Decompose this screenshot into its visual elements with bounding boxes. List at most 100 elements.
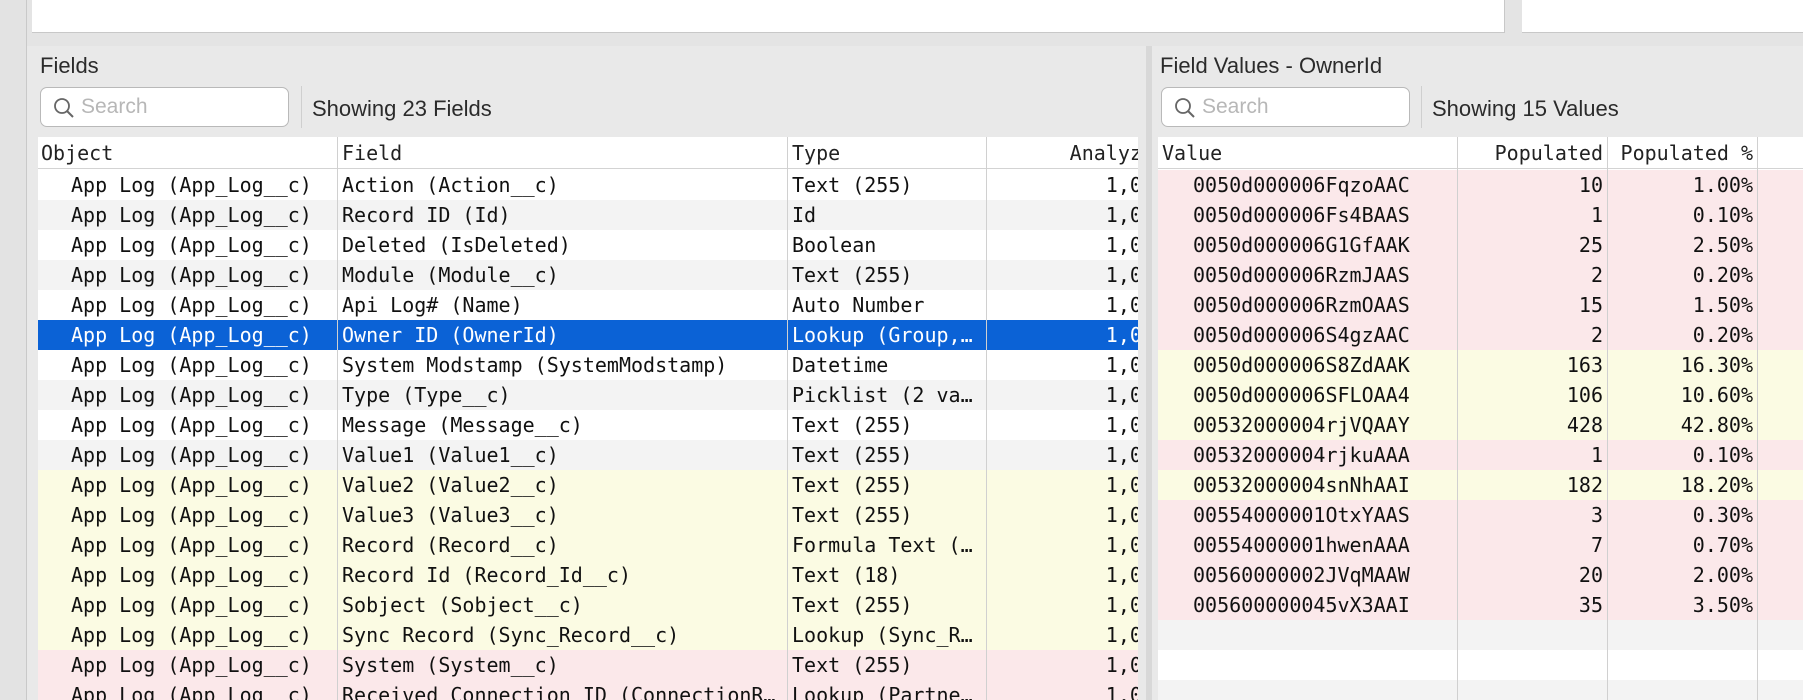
table-row[interactable]: App Log (App_Log__c) Value1 (Value1__c) Te… <box>38 440 1138 470</box>
table-row[interactable]: 0050d000006S8ZdAAK 163 16.30% <box>1158 350 1803 380</box>
column-header-object[interactable]: Object <box>41 137 113 169</box>
table-row[interactable]: App Log (App_Log__c) Record ID (Id) Id 1,00… <box>38 200 1138 230</box>
cell-object: App Log (App_Log__c) <box>71 533 312 557</box>
table-row[interactable]: App Log (App_Log__c) Action (Action__c) Te… <box>38 170 1138 200</box>
cell-type: Datetime <box>792 353 889 377</box>
table-row[interactable]: App Log (App_Log__c) Api Log# (Name) Auto … <box>38 290 1138 320</box>
empty-row <box>1158 620 1803 650</box>
cell-populated-percent: 0.20% <box>1692 323 1753 347</box>
values-panel-title: Field Values - OwnerId <box>1160 53 1383 78</box>
top-table-cell <box>1522 0 1725 33</box>
cell-object: App Log (App_Log__c) <box>71 263 312 287</box>
column-header-analyzed[interactable]: Analyzed <box>986 137 1138 169</box>
table-row[interactable]: App Log (App_Log__c) Record (Record__c) Fo… <box>38 530 1138 560</box>
cell-field: System (System__c) <box>342 653 559 677</box>
values-search-input[interactable] <box>1202 93 1401 121</box>
cell-type: Text (255) <box>792 653 913 677</box>
cell-object: App Log (App_Log__c) <box>71 593 312 617</box>
table-row[interactable]: 00554000001OtxYAAS 3 0.30% <box>1158 500 1803 530</box>
fields-table[interactable]: Object Field Type Analyzed App Log (App_… <box>38 137 1138 700</box>
cell-field: Type (Type__c) <box>342 383 511 407</box>
cell-populated: 7 <box>1590 533 1603 557</box>
cell-field: Message (Message__c) <box>342 413 583 437</box>
pane-splitter[interactable] <box>1146 46 1152 700</box>
table-row[interactable]: App Log (App_Log__c) Value2 (Value2__c) Te… <box>38 470 1138 500</box>
cell-populated-percent: 0.10% <box>1692 203 1753 227</box>
left-gutter <box>0 0 27 700</box>
column-header-populated[interactable]: Populated <box>1458 137 1608 169</box>
cell-analyzed: 1,000 <box>1105 653 1138 677</box>
cell-field: Value3 (Value3__c) <box>342 503 559 527</box>
toolbar-separator <box>301 86 302 128</box>
table-row[interactable]: App Log (App_Log__c) Type (Type__c) Pickli… <box>38 380 1138 410</box>
table-row[interactable]: 00554000001hwenAAA 7 0.70% <box>1158 530 1803 560</box>
table-row[interactable]: App Log (App_Log__c) System (System__c) Te… <box>38 650 1138 680</box>
cell-value: 0050d000006G1GfAAK <box>1193 233 1410 257</box>
fields-search-box[interactable] <box>40 87 289 127</box>
cell-populated-percent: 0.70% <box>1692 533 1753 557</box>
cell-type: Text (255) <box>792 413 913 437</box>
fields-search-input[interactable] <box>81 93 280 121</box>
column-divider <box>1457 137 1458 700</box>
cell-analyzed: 1,000 <box>1105 533 1138 557</box>
table-row[interactable]: 005600000045vX3AAI 35 3.50% <box>1158 590 1803 620</box>
table-row[interactable]: 0050d000006Fs4BAAS 1 0.10% <box>1158 200 1803 230</box>
cell-analyzed: 1,000 <box>1105 473 1138 497</box>
table-row[interactable]: App Log (App_Log__c) Module (Module__c) Te… <box>38 260 1138 290</box>
column-header-field[interactable]: Field <box>342 137 402 169</box>
cell-populated-percent: 3.50% <box>1692 593 1753 617</box>
cell-populated-percent: 0.10% <box>1692 443 1753 467</box>
column-header-value[interactable]: Value <box>1162 137 1222 169</box>
cell-populated: 35 <box>1578 593 1603 617</box>
table-row[interactable]: 0050d000006FqzoAAC 10 1.00% <box>1158 170 1803 200</box>
cell-populated: 20 <box>1578 563 1603 587</box>
table-row[interactable]: App Log (App_Log__c) Deleted (IsDeleted) B… <box>38 230 1138 260</box>
table-row[interactable]: 0050d000006RzmOAAS 15 1.50% <box>1158 290 1803 320</box>
table-row[interactable]: 0050d000006RzmJAAS 2 0.20% <box>1158 260 1803 290</box>
cell-field: Value1 (Value1__c) <box>342 443 559 467</box>
table-row[interactable]: App Log (App_Log__c) Value3 (Value3__c) Te… <box>38 500 1138 530</box>
column-header-type[interactable]: Type <box>792 137 840 169</box>
cell-analyzed: 1,000 <box>1105 593 1138 617</box>
table-row[interactable]: App Log (App_Log__c) Message (Message__c)… <box>38 410 1138 440</box>
cell-type: Boolean <box>792 233 877 257</box>
table-row[interactable]: App Log (App_Log__c) Received Connection … <box>38 680 1138 700</box>
cell-type: Text (255) <box>792 503 913 527</box>
table-row[interactable]: App Log (App_Log__c) Record Id (Record_Id… <box>38 560 1138 590</box>
cell-value: 00560000002JVqMAAW <box>1193 563 1410 587</box>
table-row[interactable]: App Log (App_Log__c) Owner ID (OwnerId) Lo… <box>38 320 1138 350</box>
cell-populated: 428 <box>1566 413 1603 437</box>
cell-type: Lookup (Partne… <box>792 683 973 700</box>
table-row[interactable]: 00532000004snNhAAI 182 18.20% <box>1158 470 1803 500</box>
table-row[interactable]: App Log (App_Log__c) System Modstamp (Sys… <box>38 350 1138 380</box>
cell-analyzed: 1,000 <box>1105 623 1138 647</box>
cell-field: Value2 (Value2__c) <box>342 473 559 497</box>
fields-table-header: Object Field Type Analyzed <box>38 137 1138 169</box>
table-row[interactable]: App Log (App_Log__c) Sync Record (Sync_Re… <box>38 620 1138 650</box>
cell-populated: 15 <box>1578 293 1603 317</box>
values-search-box[interactable] <box>1161 87 1410 127</box>
table-row[interactable]: App Log (App_Log__c) Sobject (Sobject__c)… <box>38 590 1138 620</box>
cell-analyzed: 1,000 <box>1105 323 1138 347</box>
column-header-populated-percent[interactable]: Populated % <box>1608 137 1758 169</box>
values-table-header: Value Populated Populated % <box>1158 137 1803 169</box>
table-row[interactable]: 0050d000006SFLOAA4 106 10.60% <box>1158 380 1803 410</box>
table-row[interactable]: 00560000002JVqMAAW 20 2.00% <box>1158 560 1803 590</box>
cell-populated-percent: 1.00% <box>1692 173 1753 197</box>
table-row[interactable]: 00532000004rjkuAAA 1 0.10% <box>1158 440 1803 470</box>
cell-analyzed: 1,000 <box>1105 173 1138 197</box>
cell-analyzed: 1,000 <box>1105 383 1138 407</box>
cell-analyzed: 1,000 <box>1105 683 1138 700</box>
table-row[interactable]: 0050d000006S4gzAAC 2 0.20% <box>1158 320 1803 350</box>
cell-field: Sync Record (Sync_Record__c) <box>342 623 680 647</box>
cell-populated: 182 <box>1566 473 1603 497</box>
cell-populated: 1 <box>1590 443 1603 467</box>
table-row[interactable]: 0050d000006G1GfAAK 25 2.50% <box>1158 230 1803 260</box>
table-row[interactable]: 00532000004rjVQAAY 428 42.80% <box>1158 410 1803 440</box>
values-table[interactable]: Value Populated Populated % 0050d000006F… <box>1158 137 1803 700</box>
cell-value: 0050d000006RzmOAAS <box>1193 293 1410 317</box>
cell-type: Text (255) <box>792 173 913 197</box>
cell-field: Record Id (Record_Id__c) <box>342 563 631 587</box>
cell-value: 0050d000006FqzoAAC <box>1193 173 1410 197</box>
cell-populated: 3 <box>1590 503 1603 527</box>
